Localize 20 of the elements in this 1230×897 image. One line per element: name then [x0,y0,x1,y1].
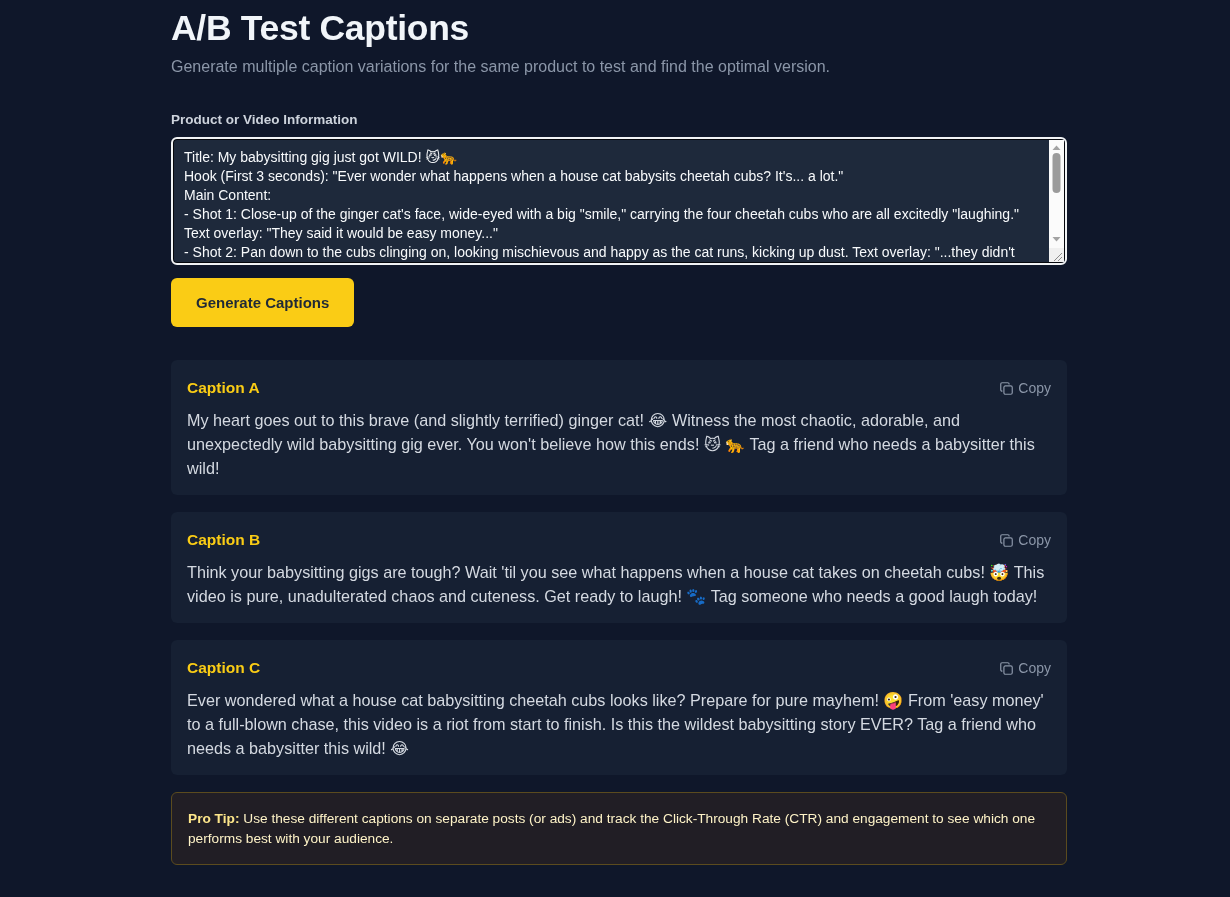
generate-captions-button[interactable]: Generate Captions [171,278,355,327]
field-label: Product or Video Information [171,111,358,129]
page-title: A/B Test Captions [171,8,469,48]
copy-icon [1000,533,1014,547]
scrollbar[interactable] [1049,140,1064,248]
pro-tip-text: Pro Tip: Use these different captions on separate posts (or ads) and track the Click-Through Rate (CTR) and engagement to see which one performs best with your audience. [188,810,1037,848]
caption-text: My heart goes out to this brave (and slightly terrified) ginger cat! 😂 Witness the most chaotic, adorable, and unexpectedly wild babysitting gig ever. You won't believe how this ends! 😼 🐆 Tag a friend who needs a babysitter this wild! [187,410,1036,479]
caption-title: Caption A [187,378,260,398]
caption-title: Caption B [187,530,261,550]
copy-icon [1000,661,1014,675]
product-info-textarea[interactable]: Title: My babysitting gig just got WILD! 😼🐆 Hook (First 3 seconds): "Ever wonder what happens when a house cat babysits cheetah cubs? It's... a lot." Main Content: - Shot 1: Close-up of the ginger cat's face, wide-eyed with a big "smile," carrying the four cheetah cubs who are all excitedly "laughing." Text overlay: "They said it would be easy money..." - Shot 2: Pan down to the cubs clinging on, looking mischievous and happy as the cat runs, kicking up dust. Text overlay: "...they didn't [171,137,1067,265]
copy-button[interactable]: Copy [1000,660,1051,676]
caption-title: Caption C [187,658,261,678]
page-subtitle: Generate multiple caption variations for the same product to test and find the optimal version. [171,57,831,77]
resize-grip-icon[interactable] [1049,248,1064,262]
copy-button[interactable]: Copy [1000,380,1051,396]
copy-button[interactable]: Copy [1000,532,1051,548]
caption-text: Ever wondered what a house cat babysitting cheetah cubs looks like? Prepare for pure mayhem! 🤪 From 'easy money' to a full-blown chase, this video is a riot from start to finish. Is this the wildest babysitting story EVER? Tag a friend who needs a babysitter this wild! 😂 [187,690,1045,759]
caption-text: Think your babysitting gigs are tough? Wait 'til you see what happens when a house cat takes on cheetah cubs! 🤯 This video is pure, unadulterated chaos and cuteness. Get ready to laugh! 🐾 Tag someone who needs a good laugh today! [187,562,1046,607]
copy-icon [1000,381,1014,395]
